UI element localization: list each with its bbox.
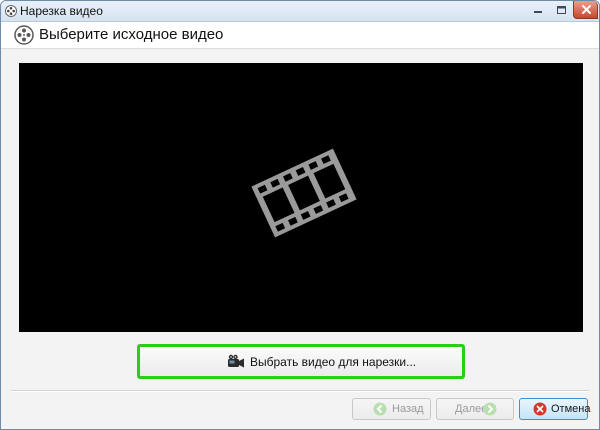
maximize-icon [557, 6, 566, 14]
close-icon [582, 5, 591, 14]
camcorder-icon [227, 354, 245, 370]
film-strip-icon [249, 138, 359, 248]
page-title: Выберите исходное видео [39, 26, 224, 43]
window-title: Нарезка видео [20, 4, 103, 18]
cancel-button[interactable]: Отмена [519, 398, 591, 420]
arrow-left-icon [373, 402, 387, 416]
film-reel-icon [5, 5, 17, 17]
select-video-button[interactable]: Выбрать видео для нарезки... [137, 344, 465, 379]
cancel-icon [533, 402, 547, 416]
step-header: Выберите исходное видео [1, 22, 599, 49]
select-video-label: Выбрать видео для нарезки... [250, 355, 417, 369]
close-button[interactable] [573, 1, 598, 19]
film-reel-icon [14, 25, 34, 45]
arrow-right-icon [483, 402, 497, 416]
cancel-label: Отмена [551, 403, 591, 415]
dialog-window: Нарезка видео Выберите исходное видео Вы… [0, 0, 600, 430]
minimize-button[interactable] [526, 1, 550, 19]
back-button[interactable]: Назад [352, 398, 431, 420]
minimize-icon [534, 11, 542, 13]
back-label: Назад [392, 403, 424, 415]
title-bar: Нарезка видео [1, 1, 599, 22]
footer-divider [11, 390, 589, 392]
video-preview [19, 63, 583, 332]
next-button[interactable]: Далее [436, 398, 514, 420]
maximize-button[interactable] [550, 1, 573, 19]
